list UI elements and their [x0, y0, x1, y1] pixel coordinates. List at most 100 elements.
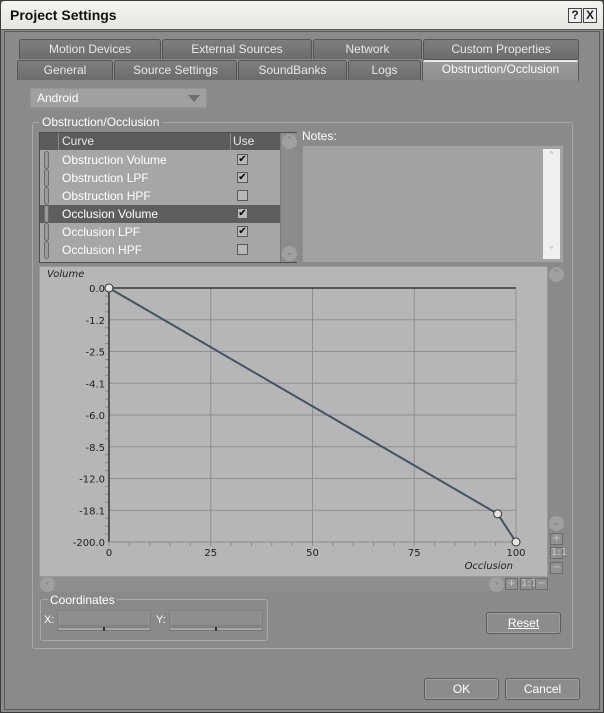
curve-list-scrollbar[interactable]: ⌃ ⌄: [280, 133, 297, 262]
help-button[interactable]: ?: [568, 8, 582, 23]
chevron-down-icon: [188, 95, 200, 102]
link-chain-icon: [44, 187, 49, 205]
zoom-reset-vertical-icon[interactable]: 1:1: [550, 547, 567, 559]
scroll-up-icon[interactable]: ⌃: [549, 267, 564, 282]
zoom-in-vertical-icon[interactable]: +: [550, 533, 563, 545]
tab-motion-devices[interactable]: Motion Devices: [19, 39, 161, 59]
y-tick-label: -1.2: [85, 316, 105, 327]
curve-list-row[interactable]: Occlusion HPF: [40, 241, 280, 259]
y-tick-label: -4.1: [85, 379, 105, 390]
scroll-right-icon[interactable]: ›: [489, 577, 504, 592]
ok-button[interactable]: OK: [424, 678, 499, 700]
scroll-up-icon[interactable]: ˄: [543, 151, 560, 162]
y-coordinate-input[interactable]: -: [169, 610, 263, 626]
x-coordinate-slider[interactable]: [57, 627, 151, 631]
cancel-button[interactable]: Cancel: [505, 678, 580, 700]
link-chain-icon: [44, 223, 49, 241]
curve-control-point[interactable]: [104, 283, 114, 293]
curve-name: Occlusion LPF: [62, 225, 141, 239]
platform-dropdown[interactable]: Android: [30, 88, 207, 108]
curve-list-row[interactable]: Obstruction HPF: [40, 187, 280, 205]
zoom-reset-horizontal-icon[interactable]: 1:1: [520, 578, 537, 590]
scroll-down-icon[interactable]: ˅: [543, 246, 560, 257]
notes-textarea[interactable]: ˄ ˅: [302, 145, 564, 263]
curve-control-point[interactable]: [493, 509, 503, 519]
x-tick-label: 25: [204, 548, 217, 559]
graph-horizontal-scrollbar[interactable]: ‹ › + 1:1 −: [39, 577, 548, 592]
curve-graph[interactable]: 0 25 50 75 100 0.0 -1.2 -2.5 -4.1 -6.0 -8.5 -12.0 -1…: [39, 266, 548, 577]
notes-scrollbar[interactable]: ˄ ˅: [543, 149, 560, 259]
use-checkbox[interactable]: ✔: [237, 226, 248, 237]
link-chain-icon: [44, 151, 49, 169]
graph-vertical-scrollbar[interactable]: ⌃ ⌄ + 1:1 −: [548, 266, 567, 577]
y-coordinate-slider[interactable]: [169, 627, 263, 631]
scroll-left-icon[interactable]: ‹: [40, 577, 55, 592]
reset-label: Reset: [507, 616, 540, 630]
coordinates-label: Coordinates: [48, 593, 117, 607]
zoom-in-horizontal-icon[interactable]: +: [505, 578, 518, 590]
link-chain-icon: [44, 169, 49, 187]
y-tick-label: 0.0: [89, 284, 105, 295]
y-tick-label: -8.5: [85, 443, 105, 454]
curve-list-row[interactable]: Occlusion LPF ✔: [40, 223, 280, 241]
scroll-down-icon[interactable]: ⌄: [282, 246, 297, 261]
use-checkbox[interactable]: ✔: [237, 172, 248, 183]
x-tick-label: 50: [306, 548, 319, 559]
scroll-up-icon[interactable]: ⌃: [282, 134, 297, 149]
header-divider: [58, 133, 59, 150]
tab-general[interactable]: General: [17, 60, 113, 80]
project-settings-window: Project Settings ? X Motion Devices Exte…: [0, 0, 604, 713]
slider-handle[interactable]: [215, 627, 217, 631]
curve-control-point[interactable]: [511, 537, 521, 547]
reset-button[interactable]: Reset: [486, 612, 561, 634]
curve-name: Occlusion Volume: [62, 207, 159, 221]
tab-source-settings[interactable]: Source Settings: [114, 60, 237, 80]
tab-external-sources[interactable]: External Sources: [162, 39, 312, 59]
tab-custom-properties[interactable]: Custom Properties: [423, 39, 579, 59]
curve-name: Occlusion HPF: [62, 243, 143, 257]
link-chain-icon: [44, 241, 49, 259]
x-tick-label: 100: [506, 548, 525, 559]
tab-network[interactable]: Network: [313, 39, 422, 59]
link-chain-icon: [44, 205, 49, 223]
header-divider: [230, 133, 231, 150]
y-axis-label: Volume: [47, 269, 84, 280]
y-tick-label: -12.0: [79, 475, 105, 486]
close-button[interactable]: X: [583, 8, 597, 23]
curve-name: Obstruction HPF: [62, 189, 151, 203]
x-tick-label: 0: [106, 548, 112, 559]
y-label: Y:: [156, 614, 166, 626]
notes-label: Notes:: [302, 129, 337, 143]
zoom-out-vertical-icon[interactable]: −: [550, 562, 563, 574]
curve-list-row[interactable]: Obstruction LPF ✔: [40, 169, 280, 187]
curve-list-row[interactable]: Occlusion Volume ✔: [40, 205, 280, 223]
platform-selected-value: Android: [37, 91, 79, 105]
use-checkbox[interactable]: [237, 244, 248, 255]
curve-name: Obstruction Volume: [62, 153, 167, 167]
tab-soundbanks[interactable]: SoundBanks: [238, 60, 347, 80]
curve-graph-svg[interactable]: 0 25 50 75 100 0.0 -1.2 -2.5 -4.1 -6.0 -8.5 -12.0 -1…: [40, 267, 549, 578]
y-tick-label: -200.0: [73, 538, 105, 549]
y-tick-label: -18.1: [79, 506, 105, 517]
tab-obstruction-occlusion[interactable]: Obstruction/Occlusion: [422, 59, 579, 81]
title-bar: Project Settings ? X: [1, 1, 603, 30]
group-label: Obstruction/Occlusion: [39, 115, 163, 129]
column-header-curve[interactable]: Curve: [62, 134, 94, 148]
window-title: Project Settings: [10, 7, 117, 23]
x-coordinate-input[interactable]: -: [57, 610, 151, 626]
y-tick-label: -6.0: [85, 411, 105, 422]
zoom-out-horizontal-icon[interactable]: −: [535, 578, 548, 590]
x-tick-label: 75: [408, 548, 421, 559]
curve-list-header: Curve Use: [40, 133, 280, 150]
curve-name: Obstruction LPF: [62, 171, 149, 185]
use-checkbox[interactable]: ✔: [237, 208, 248, 219]
column-header-use[interactable]: Use: [233, 134, 254, 148]
x-axis-label: Occlusion: [465, 561, 513, 572]
use-checkbox[interactable]: ✔: [237, 154, 248, 165]
curve-list-row[interactable]: Obstruction Volume ✔: [40, 151, 280, 169]
scroll-down-icon[interactable]: ⌄: [549, 516, 564, 531]
use-checkbox[interactable]: [237, 190, 248, 201]
x-label: X:: [44, 614, 55, 626]
tab-logs[interactable]: Logs: [348, 60, 421, 80]
slider-handle[interactable]: [103, 627, 105, 631]
